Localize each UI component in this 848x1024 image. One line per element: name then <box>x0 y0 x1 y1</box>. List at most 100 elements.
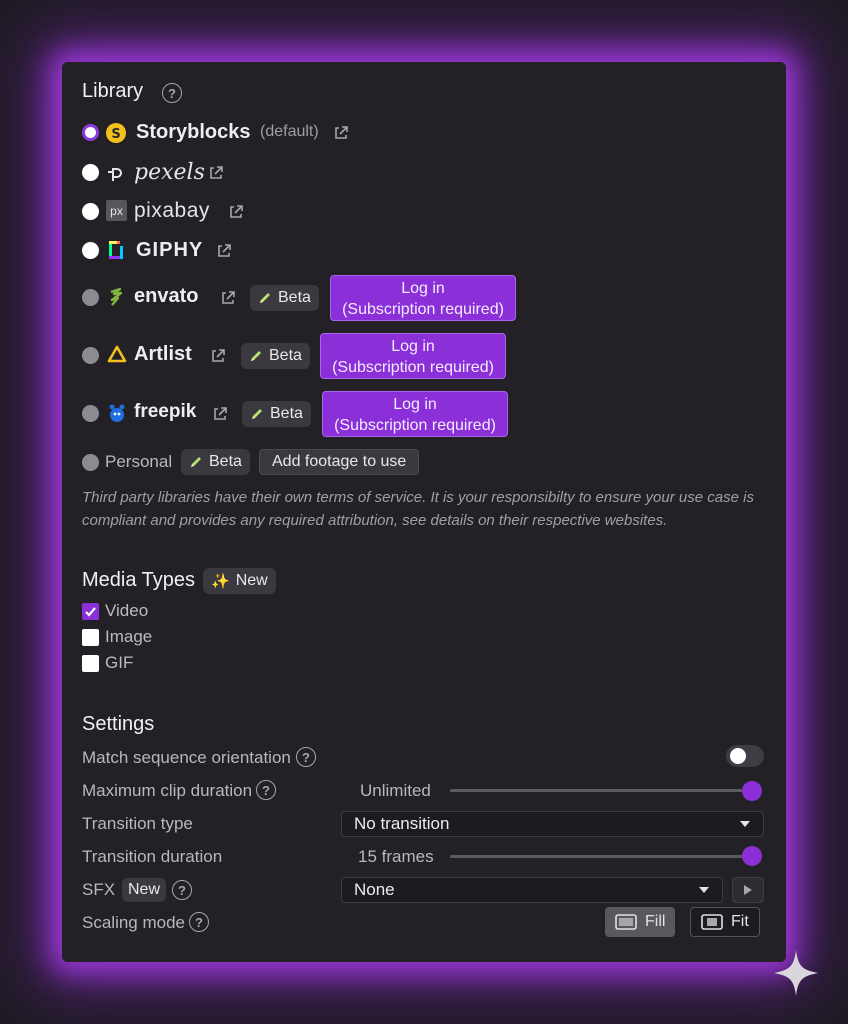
max-clip-duration-slider-thumb[interactable] <box>742 781 762 801</box>
beta-label: Beta <box>209 453 242 470</box>
transition-duration-slider-thumb[interactable] <box>742 846 762 866</box>
max-clip-duration-label: Maximum clip duration <box>82 781 253 800</box>
transition-duration-value: 15 frames <box>358 847 434 866</box>
login-label: Log in <box>391 338 435 355</box>
max-clip-duration-slider-track[interactable] <box>450 789 750 792</box>
video-checkbox[interactable] <box>82 603 99 620</box>
sfx-play-button[interactable] <box>732 877 764 903</box>
sfx-value: None <box>354 880 395 899</box>
radio-pixabay[interactable] <box>82 203 99 220</box>
video-label: Video <box>105 601 149 620</box>
match-orientation-toggle[interactable] <box>726 745 764 767</box>
external-link-icon[interactable] <box>216 243 232 259</box>
artlist-label: Artlist <box>134 343 192 365</box>
beta-badge: Beta <box>181 449 250 475</box>
external-link-icon[interactable] <box>220 290 236 306</box>
sfx-label: SFX <box>82 880 116 899</box>
artlist-login-button[interactable]: Log in (Subscription required) <box>320 333 506 379</box>
pencil-icon <box>191 457 201 467</box>
beta-badge: Beta <box>242 401 311 427</box>
external-link-icon[interactable] <box>333 125 349 141</box>
gif-checkbox[interactable] <box>82 655 99 672</box>
default-label: (default) <box>260 123 319 140</box>
external-link-icon[interactable] <box>210 348 226 364</box>
login-sub-label: (Subscription required) <box>334 417 496 434</box>
sfx-select[interactable]: None <box>341 877 723 903</box>
radio-freepik[interactable] <box>82 405 99 422</box>
envato-logo-icon <box>110 287 123 306</box>
freepik-login-button[interactable]: Log in (Subscription required) <box>322 391 508 437</box>
beta-label: Beta <box>269 347 302 364</box>
pexels-logo-icon <box>108 168 122 181</box>
toggle-knob <box>730 748 746 764</box>
transition-duration-label: Transition duration <box>82 847 223 866</box>
pexels-label: pexels <box>134 160 205 185</box>
fit-label: Fit <box>731 913 749 930</box>
match-orientation-help-icon[interactable]: ? <box>296 747 316 767</box>
beta-badge: Beta <box>250 285 319 311</box>
freepik-logo-icon <box>109 404 125 422</box>
beta-label: Beta <box>278 289 311 306</box>
transition-type-label: Transition type <box>82 814 193 833</box>
beta-badge: Beta <box>241 343 310 369</box>
external-link-icon[interactable] <box>208 165 224 181</box>
storyblocks-logo-icon: S <box>106 123 126 143</box>
radio-personal[interactable] <box>82 454 99 471</box>
artlist-logo-icon <box>107 345 127 363</box>
storyblocks-label: Storyblocks <box>136 121 251 143</box>
envato-label: envato <box>134 285 199 307</box>
image-checkbox[interactable] <box>82 629 99 646</box>
radio-giphy[interactable] <box>82 242 99 259</box>
transition-type-select[interactable]: No transition <box>341 811 764 837</box>
gif-label: GIF <box>105 653 134 672</box>
max-clip-duration-value: Unlimited <box>360 781 431 800</box>
fill-label: Fill <box>645 913 666 930</box>
new-badge: ✨ New <box>203 568 276 594</box>
pencil-icon <box>251 351 261 361</box>
external-link-icon[interactable] <box>228 204 244 220</box>
media-types-title: Media Types <box>82 569 196 591</box>
max-clip-duration-help-icon[interactable]: ? <box>256 780 276 800</box>
match-orientation-label: Match sequence orientation <box>82 748 291 767</box>
login-label: Log in <box>401 280 445 297</box>
fill-icon <box>615 914 637 930</box>
radio-pexels[interactable] <box>82 164 99 181</box>
giphy-logo-icon <box>109 241 123 259</box>
fit-icon <box>701 914 723 930</box>
new-badge: New <box>122 878 167 902</box>
chevron-down-icon[interactable] <box>699 887 709 893</box>
pixabay-label: pixabay <box>134 199 210 222</box>
radio-envato[interactable] <box>82 289 99 306</box>
library-help-icon[interactable]: ? <box>162 83 182 103</box>
checkmark-icon <box>85 607 96 617</box>
external-link-icon[interactable] <box>212 406 228 422</box>
new-label: New <box>235 572 268 589</box>
transition-type-value: No transition <box>354 814 450 833</box>
image-label: Image <box>105 627 153 646</box>
new-label: New <box>128 881 161 898</box>
pencil-icon <box>260 293 270 303</box>
sfx-help-icon[interactable]: ? <box>172 880 192 900</box>
settings-panel: Library ? S Storyblocks (default) pexels… <box>62 62 786 962</box>
transition-duration-slider-track[interactable] <box>450 855 750 858</box>
scaling-mode-label: Scaling mode <box>82 913 186 932</box>
add-footage-button[interactable]: Add footage to use <box>259 449 420 475</box>
chevron-down-icon[interactable] <box>740 821 750 827</box>
login-sub-label: (Subscription required) <box>342 301 504 318</box>
beta-label: Beta <box>270 405 303 422</box>
radio-storyblocks[interactable] <box>82 124 99 141</box>
pencil-icon <box>252 409 262 419</box>
scaling-fill-button[interactable]: Fill <box>605 907 676 937</box>
envato-login-button[interactable]: Log in (Subscription required) <box>330 275 516 321</box>
giphy-label: GIPHY <box>136 239 204 261</box>
personal-label: Personal <box>105 452 173 471</box>
library-title: Library <box>82 80 144 102</box>
login-sub-label: (Subscription required) <box>332 359 494 376</box>
settings-title: Settings <box>82 713 155 735</box>
scaling-fit-button[interactable]: Fit <box>690 907 760 937</box>
pixabay-logo-icon: px <box>106 200 127 221</box>
sparkle-icon <box>774 950 818 996</box>
scaling-mode-help-icon[interactable]: ? <box>189 912 209 932</box>
login-label: Log in <box>393 396 437 413</box>
radio-artlist[interactable] <box>82 347 99 364</box>
